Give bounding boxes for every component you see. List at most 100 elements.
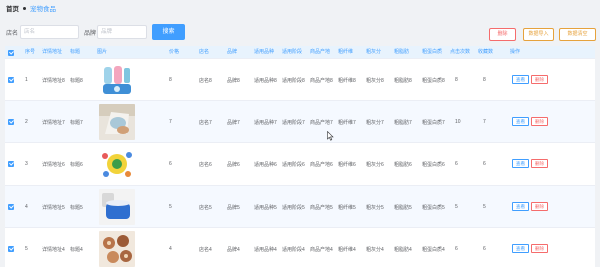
- cell-protein: 粗蛋白质6: [422, 162, 445, 168]
- cell-brand: 品牌8: [227, 78, 240, 84]
- cell-price: 8: [169, 77, 172, 83]
- cell-fat: 粗脂肪6: [394, 162, 412, 168]
- brand-label: 品牌: [84, 31, 97, 37]
- brand-input[interactable]: 品牌: [97, 25, 147, 39]
- col-title: 标题: [70, 49, 81, 55]
- mouse-cursor-icon: [327, 131, 334, 141]
- row-checkbox[interactable]: [8, 204, 14, 210]
- pet-water-bottle-image: [99, 62, 135, 98]
- pet-feeder-image: [99, 104, 135, 140]
- table-row[interactable]: 3 详情地址6 标题6 6 店名6 品牌6 适用品种6 适用阶段6 商品产地6 …: [5, 143, 595, 186]
- view-button[interactable]: 查看: [512, 159, 529, 168]
- delete-button[interactable]: 删除: [531, 244, 548, 253]
- table-row[interactable]: 5 详情地址4 标题4 4 店名4 品牌4 适用品种4 适用阶段4 商品产地4 …: [5, 228, 595, 267]
- cell-ash: 粗灰分4: [366, 247, 384, 253]
- cell-shop: 店名8: [199, 78, 212, 84]
- cell-stage: 适用阶段4: [282, 247, 305, 253]
- col-origin: 商品产地: [310, 49, 331, 55]
- col-favorites: 收藏数: [478, 49, 494, 55]
- cell-origin: 商品产地7: [310, 120, 333, 126]
- cell-clicks: 6: [455, 246, 458, 252]
- cell-protein: 粗蛋白质8: [422, 78, 445, 84]
- delete-button[interactable]: 删除: [531, 202, 548, 211]
- product-image[interactable]: [99, 62, 135, 98]
- pet-toy-ball-image: [99, 146, 135, 183]
- row-checkbox[interactable]: [8, 77, 14, 83]
- product-image[interactable]: [99, 104, 135, 140]
- breadcrumb-separator-icon: [23, 6, 26, 10]
- view-button[interactable]: 查看: [512, 202, 529, 211]
- cell-breed: 适用品种4: [254, 247, 277, 253]
- delete-button[interactable]: 删除: [531, 159, 548, 168]
- cell-shop: 店名4: [199, 247, 212, 253]
- cell-address: 详情地址8: [42, 78, 65, 84]
- cell-address: 详情地址6: [42, 162, 65, 168]
- table-row[interactable]: 2 详情地址7 标题7 7 店名7 品牌7 适用品种7 适用阶段7 商品产地7 …: [5, 101, 595, 143]
- cell-address: 详情地址5: [42, 205, 65, 211]
- cell-index: 1: [25, 77, 28, 83]
- row-checkbox[interactable]: [8, 119, 14, 125]
- delete-button[interactable]: 删除: [531, 75, 548, 84]
- cell-shop: 店名7: [199, 120, 212, 126]
- search-button[interactable]: 搜索: [152, 24, 185, 40]
- cell-fat: 粗脂肪7: [394, 120, 412, 126]
- col-price: 价格: [169, 49, 180, 55]
- cell-title: 标题8: [70, 78, 83, 84]
- product-image[interactable]: [99, 146, 135, 183]
- cell-fiber: 粗纤维5: [338, 205, 356, 211]
- delete-button[interactable]: 删除: [531, 117, 548, 126]
- cell-fat: 粗脂肪8: [394, 78, 412, 84]
- cell-clicks: 8: [455, 77, 458, 83]
- view-button[interactable]: 查看: [512, 244, 529, 253]
- cell-brand: 品牌5: [227, 205, 240, 211]
- breadcrumb: 首页 宠物食品: [6, 3, 56, 13]
- cell-price: 7: [169, 119, 172, 125]
- cell-protein: 粗蛋白质7: [422, 120, 445, 126]
- shop-name-label: 店名: [6, 31, 19, 37]
- cell-breed: 适用品种5: [254, 205, 277, 211]
- cell-fiber: 粗纤维7: [338, 120, 356, 126]
- breadcrumb-home[interactable]: 首页: [6, 3, 19, 13]
- cell-brand: 品牌4: [227, 247, 240, 253]
- table-header: 序号 详情地址 标题 图片 价格 店名 品牌 适用品种 适用阶段 商品产地 粗纤…: [5, 46, 595, 59]
- cell-stage: 适用阶段5: [282, 205, 305, 211]
- cell-ash: 粗灰分6: [366, 162, 384, 168]
- import-button[interactable]: 数据导入: [523, 28, 554, 41]
- col-ash: 粗灰分: [366, 49, 382, 55]
- cell-stage: 适用阶段8: [282, 78, 305, 84]
- view-button[interactable]: 查看: [512, 75, 529, 84]
- col-fiber: 粗纤维: [338, 49, 354, 55]
- cell-index: 3: [25, 161, 28, 167]
- row-checkbox[interactable]: [8, 246, 14, 252]
- cell-address: 详情地址4: [42, 247, 65, 253]
- select-all-checkbox[interactable]: [8, 49, 14, 56]
- batch-delete-button[interactable]: 删除: [489, 28, 516, 41]
- pet-bowl-image: [99, 189, 135, 225]
- cell-origin: 商品产地4: [310, 247, 333, 253]
- cell-brand: 品牌7: [227, 120, 240, 126]
- col-clicks: 点击次数: [450, 49, 471, 55]
- cell-favorites: 5: [483, 204, 486, 210]
- cell-protein: 粗蛋白质4: [422, 247, 445, 253]
- row-checkbox[interactable]: [8, 161, 14, 167]
- clear-data-button[interactable]: 数据清空: [559, 28, 596, 41]
- cell-index: 2: [25, 119, 28, 125]
- cell-origin: 商品产地6: [310, 162, 333, 168]
- cell-price: 6: [169, 161, 172, 167]
- col-stage: 适用阶段: [282, 49, 303, 55]
- cell-clicks: 10: [455, 119, 461, 125]
- cell-index: 4: [25, 204, 28, 210]
- cell-fat: 粗脂肪5: [394, 205, 412, 211]
- product-image[interactable]: [99, 231, 135, 267]
- table-row[interactable]: 1 详情地址8 标题8 8 店名8 品牌8 适用品种8 适用阶段8 商品产地8 …: [5, 59, 595, 101]
- table-row[interactable]: 4 详情地址5 标题5 5 店名5 品牌5 适用品种5 适用阶段5 商品产地5 …: [5, 186, 595, 228]
- col-image: 图片: [97, 49, 108, 55]
- col-protein: 粗蛋白质: [422, 49, 443, 55]
- shop-name-input[interactable]: 店名: [20, 25, 79, 39]
- view-button[interactable]: 查看: [512, 117, 529, 126]
- cell-title: 标题6: [70, 162, 83, 168]
- col-brand: 品牌: [227, 49, 238, 55]
- product-image[interactable]: [99, 189, 135, 225]
- cell-fat: 粗脂肪4: [394, 247, 412, 253]
- breadcrumb-current: 宠物食品: [30, 6, 56, 13]
